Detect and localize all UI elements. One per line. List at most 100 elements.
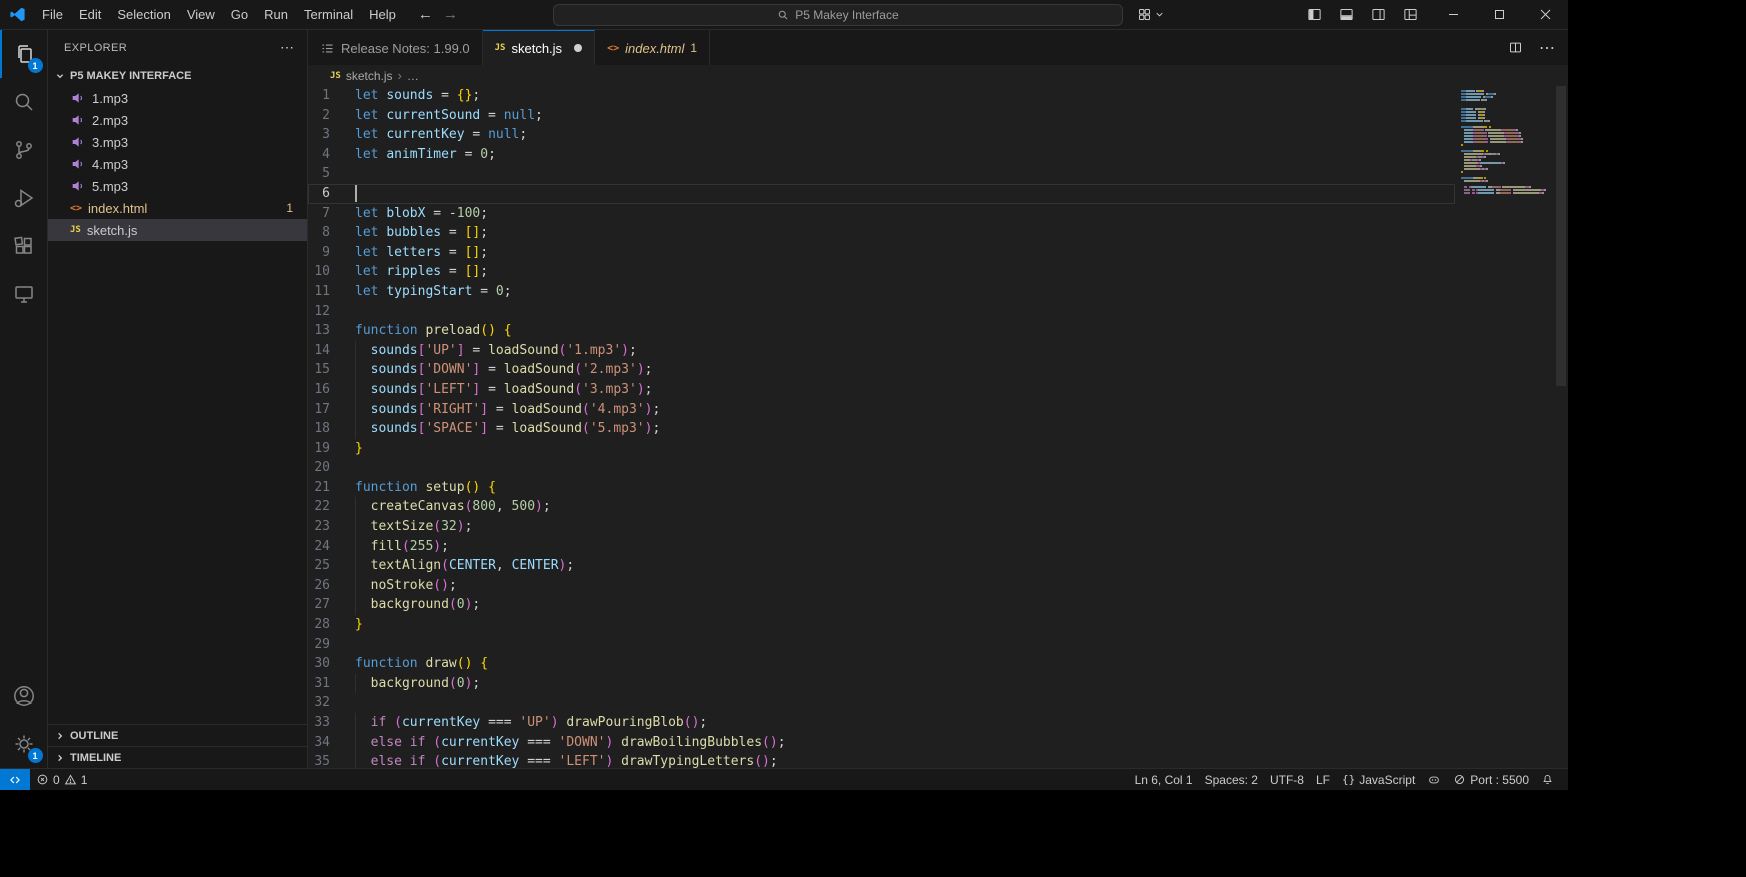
file-row-5mp3[interactable]: 5.mp3 (48, 175, 307, 197)
command-center-search[interactable]: P5 Makey Interface (552, 3, 1123, 26)
code-line[interactable]: 17 sounds['RIGHT'] = loadSound('4.mp3'); (308, 399, 1455, 420)
error-icon (37, 774, 48, 785)
code-line[interactable]: 5 (308, 164, 1455, 184)
run-debug-icon (14, 189, 33, 208)
minimap[interactable] (1455, 86, 1554, 768)
code-line[interactable]: 33 if (currentKey === 'UP') drawPouringB… (308, 713, 1455, 733)
code-line[interactable]: 29 (308, 635, 1455, 655)
menu-selection[interactable]: Selection (109, 4, 178, 26)
toggle-primary-sidebar-icon[interactable] (1300, 3, 1328, 27)
outline-section-header[interactable]: OUTLINE (48, 724, 307, 746)
vertical-scrollbar[interactable] (1554, 86, 1568, 768)
code-line[interactable]: 4 let animTimer = 0; (308, 145, 1455, 165)
code-line[interactable]: 24 fill(255); (308, 536, 1455, 557)
code-line[interactable]: 26 noStroke(); (308, 575, 1455, 596)
close-window-button[interactable] (1522, 0, 1568, 30)
copilot-menu-button[interactable] (1137, 7, 1165, 22)
breadcrumb-file[interactable]: sketch.js (346, 69, 393, 83)
code-line[interactable]: 22 createCanvas(800, 500); (308, 497, 1455, 517)
tab-index-html[interactable]: <> index.html 1 (595, 30, 711, 65)
timeline-section-header[interactable]: TIMELINE (48, 746, 307, 768)
minimize-button[interactable] (1430, 0, 1476, 30)
file-row-4mp3[interactable]: 4.mp3 (48, 153, 307, 175)
code-line[interactable]: 23 textSize(32); (308, 517, 1455, 537)
code-line[interactable]: 35 else if (currentKey === 'LEFT') drawT… (308, 752, 1455, 768)
activitybar-remote-explorer[interactable] (0, 270, 48, 318)
code-line[interactable]: 25 textAlign(CENTER, CENTER); (308, 556, 1455, 576)
file-row-3mp3[interactable]: 3.mp3 (48, 131, 307, 153)
tab-sketch-js[interactable]: JS sketch.js (482, 30, 596, 65)
file-row-2mp3[interactable]: 2.mp3 (48, 109, 307, 131)
activitybar-run-debug[interactable] (0, 174, 48, 222)
code-line[interactable]: 2 let currentSound = null; (308, 106, 1455, 126)
activitybar-search[interactable] (0, 78, 48, 126)
editor-body: 1 let sounds = {}; 2 let currentSound = nul… (308, 86, 1568, 768)
code-line[interactable]: 27 background(0); (308, 595, 1455, 615)
file-row-indexhtml[interactable]: <> index.html 1 (48, 197, 307, 219)
customize-layout-icon[interactable] (1396, 3, 1424, 27)
activitybar-settings[interactable]: 1 (0, 720, 48, 768)
activitybar-accounts[interactable] (0, 672, 48, 720)
menu-go[interactable]: Go (223, 4, 256, 26)
menu-file[interactable]: File (34, 4, 71, 26)
code-line[interactable]: 16 sounds['LEFT'] = loadSound('3.mp3'); (308, 379, 1455, 400)
code-line[interactable]: 18 sounds['SPACE'] = loadSound('5.mp3'); (308, 419, 1455, 439)
remote-indicator[interactable] (0, 768, 30, 790)
more-actions-icon[interactable]: ⋯ (1534, 35, 1560, 61)
code-line[interactable]: 15 sounds['DOWN'] = loadSound('2.mp3'); (308, 360, 1455, 380)
breadcrumb-symbol[interactable]: … (407, 69, 419, 83)
live-server-port-status[interactable]: Port : 5500 (1447, 769, 1535, 791)
language-label: JavaScript (1359, 772, 1416, 787)
unsaved-dot-icon[interactable] (574, 44, 583, 52)
problems-status[interactable]: 0 1 (30, 769, 93, 791)
code-line[interactable]: 1 let sounds = {}; (308, 86, 1455, 106)
maximize-button[interactable] (1476, 0, 1522, 30)
code-line[interactable]: 20 (308, 458, 1455, 478)
code-line[interactable]: 7 let blobX = -100; (308, 204, 1455, 224)
language-mode-status[interactable]: {} JavaScript (1336, 769, 1421, 791)
code-line[interactable]: 28} (308, 615, 1455, 635)
cursor-position-status[interactable]: Ln 6, Col 1 (1129, 769, 1199, 791)
code-line[interactable]: 9 let letters = []; (308, 243, 1455, 263)
code-line[interactable]: 14 sounds['UP'] = loadSound('1.mp3'); (308, 340, 1455, 361)
encoding-status[interactable]: UTF-8 (1264, 769, 1310, 791)
menu-run[interactable]: Run (256, 4, 296, 26)
menu-view[interactable]: View (179, 4, 223, 26)
tab-release-notes[interactable]: Release Notes: 1.99.0 (308, 30, 483, 65)
code-line[interactable]: 19} (308, 439, 1455, 459)
code-line[interactable]: 10 let ripples = []; (308, 262, 1455, 282)
code-lines[interactable]: 1 let sounds = {}; 2 let currentSound = nul… (308, 86, 1455, 768)
line-content: fill(255); (355, 536, 1455, 557)
folder-root[interactable]: P5 MAKEY INTERFACE (48, 65, 307, 87)
activitybar-explorer[interactable]: 1 (0, 30, 48, 78)
code-line[interactable]: 34 else if (currentKey === 'DOWN') drawB… (308, 732, 1455, 753)
notifications-status[interactable] (1535, 769, 1560, 791)
copilot-status[interactable] (1421, 769, 1447, 791)
code-line[interactable]: 21 function setup() { (308, 478, 1455, 498)
code-line[interactable]: 13 function preload() { (308, 321, 1455, 341)
code-line[interactable]: 12 (308, 302, 1455, 322)
code-line[interactable]: 32 (308, 693, 1455, 713)
scrollbar-thumb[interactable] (1556, 86, 1566, 386)
code-line[interactable]: 6 (308, 183, 1455, 204)
code-line[interactable]: 31 background(0); (308, 673, 1455, 694)
eol-status[interactable]: LF (1310, 769, 1336, 791)
menu-terminal[interactable]: Terminal (296, 4, 361, 26)
split-editor-icon[interactable] (1502, 35, 1528, 61)
file-row-sketchjs[interactable]: JS sketch.js (48, 219, 307, 241)
code-line[interactable]: 30 function draw() { (308, 654, 1455, 674)
toggle-secondary-sidebar-icon[interactable] (1364, 3, 1392, 27)
toggle-panel-icon[interactable] (1332, 3, 1360, 27)
release-notes-icon (322, 44, 333, 52)
code-line[interactable]: 8 let bubbles = []; (308, 223, 1455, 243)
activitybar-source-control[interactable] (0, 126, 48, 174)
menu-edit[interactable]: Edit (71, 4, 109, 26)
indent-status[interactable]: Spaces: 2 (1199, 769, 1264, 791)
menu-help[interactable]: Help (361, 4, 404, 26)
js-file-icon: JS (494, 43, 506, 53)
code-line[interactable]: 11 let typingStart = 0; (308, 282, 1455, 302)
activitybar-extensions[interactable] (0, 222, 48, 270)
explorer-more-actions-icon[interactable]: ⋯ (280, 39, 295, 56)
file-row-1mp3[interactable]: 1.mp3 (48, 87, 307, 109)
code-line[interactable]: 3 let currentKey = null; (308, 125, 1455, 145)
